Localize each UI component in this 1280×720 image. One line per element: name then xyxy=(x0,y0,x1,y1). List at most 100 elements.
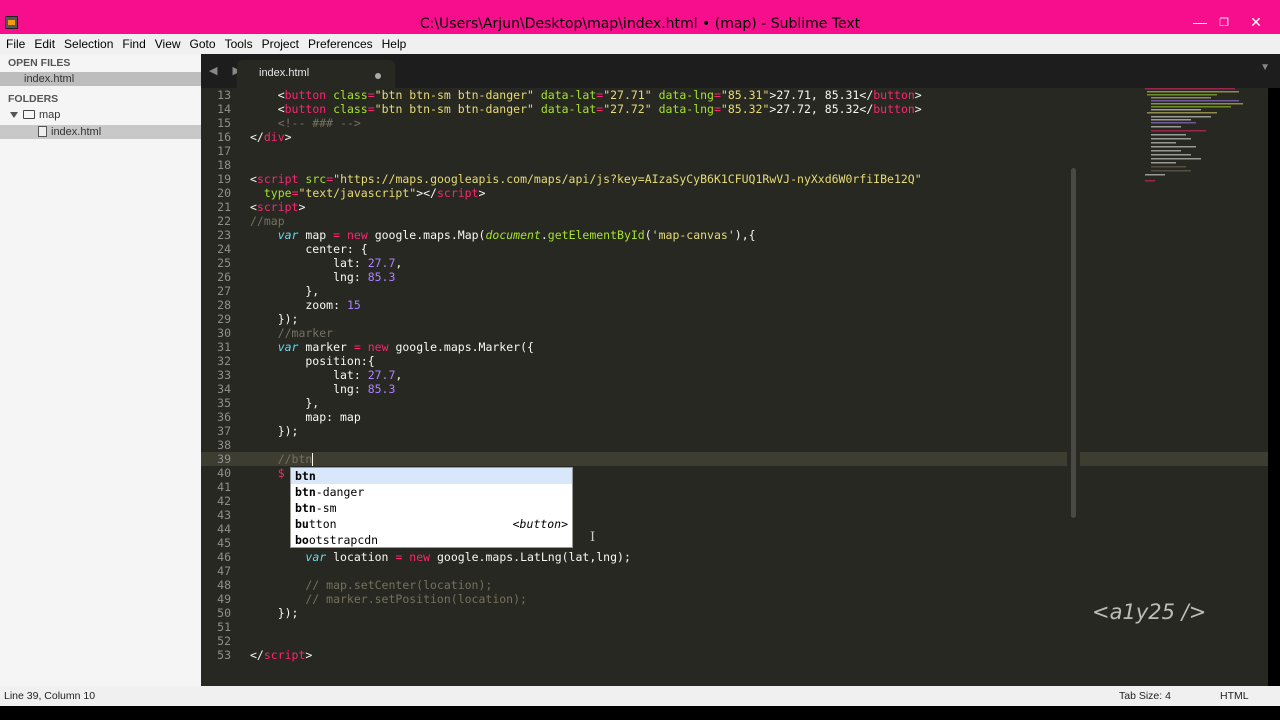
line-number[interactable]: 13 xyxy=(201,88,231,102)
menu-preferences[interactable]: Preferences xyxy=(304,37,377,51)
open-file-item[interactable]: index.html xyxy=(0,72,201,86)
vertical-scrollbar[interactable] xyxy=(1067,88,1080,686)
code-text[interactable]: <!-- ### --> xyxy=(250,116,361,130)
code-text[interactable]: var map = new google.maps.Map(document.g… xyxy=(250,228,756,242)
autocomplete-item-button[interactable]: button <button> xyxy=(291,516,572,532)
folder-item-map[interactable]: map xyxy=(0,108,201,122)
autocomplete-item-btn[interactable]: btn xyxy=(291,468,572,484)
close-button[interactable]: ✕ xyxy=(1244,14,1268,31)
line-number[interactable]: 30 xyxy=(201,326,231,340)
tab-size-selector[interactable]: Tab Size: 4 xyxy=(1119,690,1171,702)
line-number[interactable]: 17 xyxy=(201,144,231,158)
line-number[interactable]: 31 xyxy=(201,340,231,354)
menu-help[interactable]: Help xyxy=(378,37,411,51)
code-text[interactable]: }, xyxy=(250,396,319,410)
code-line[interactable]: 14 <button class="btn btn-sm btn-danger"… xyxy=(201,102,1268,116)
code-text[interactable]: }); xyxy=(250,606,299,620)
code-text[interactable]: <button class="btn btn-sm btn-danger" da… xyxy=(250,102,922,116)
code-line[interactable]: 52 xyxy=(201,634,1268,648)
line-number[interactable]: 51 xyxy=(201,620,231,634)
code-text[interactable]: </div> xyxy=(250,130,292,144)
code-line[interactable]: 28 zoom: 15 xyxy=(201,298,1268,312)
line-number[interactable]: 33 xyxy=(201,368,231,382)
line-number[interactable]: 40 xyxy=(201,466,231,480)
code-line[interactable]: 21 <script> xyxy=(201,200,1268,214)
menu-tools[interactable]: Tools xyxy=(221,37,257,51)
code-text[interactable]: }, xyxy=(250,284,319,298)
menu-view[interactable]: View xyxy=(151,37,185,51)
tab-dropdown-icon[interactable]: ▼ xyxy=(1260,62,1270,73)
code-line[interactable]: 18 xyxy=(201,158,1268,172)
code-text[interactable]: $ xyxy=(250,466,285,480)
code-line[interactable]: 15 <!-- ### --> xyxy=(201,116,1268,130)
line-number[interactable]: 29 xyxy=(201,312,231,326)
code-line[interactable]: 17 xyxy=(201,144,1268,158)
line-number[interactable]: 47 xyxy=(201,564,231,578)
line-number[interactable]: 44 xyxy=(201,522,231,536)
code-text[interactable]: position:{ xyxy=(250,354,374,368)
code-line[interactable]: 16 </div> xyxy=(201,130,1268,144)
line-number[interactable]: 19 xyxy=(201,172,231,186)
code-line[interactable]: 30 //marker xyxy=(201,326,1268,340)
menu-edit[interactable]: Edit xyxy=(30,37,59,51)
line-number[interactable]: 20 xyxy=(201,186,231,200)
code-text[interactable]: var location = new google.maps.LatLng(la… xyxy=(250,550,630,564)
line-number[interactable]: 52 xyxy=(201,634,231,648)
code-text[interactable]: //btn xyxy=(250,452,314,466)
unsaved-dot-icon[interactable] xyxy=(375,73,381,79)
line-number[interactable]: 38 xyxy=(201,438,231,452)
code-text[interactable]: lat: 27.7, xyxy=(250,368,402,382)
code-line[interactable]: 46 var location = new google.maps.LatLng… xyxy=(201,550,1268,564)
minimize-button[interactable]: — xyxy=(1188,14,1212,30)
line-number[interactable]: 36 xyxy=(201,410,231,424)
code-text[interactable]: }); xyxy=(250,424,299,438)
code-line[interactable]: 25 lat: 27.7, xyxy=(201,256,1268,270)
code-line[interactable]: 31 var marker = new google.maps.Marker({ xyxy=(201,340,1268,354)
minimap[interactable] xyxy=(1143,88,1253,188)
code-text[interactable]: lat: 27.7, xyxy=(250,256,402,270)
code-text[interactable]: map: map xyxy=(250,410,360,424)
code-line[interactable]: 20 type="text/javascript"></script> xyxy=(201,186,1268,200)
code-line[interactable]: 13 <button class="btn btn-sm btn-danger"… xyxy=(201,88,1268,102)
folder-file-item[interactable]: index.html xyxy=(0,125,201,139)
line-number[interactable]: 39 xyxy=(201,452,231,466)
maximize-button[interactable]: ❐ xyxy=(1212,16,1236,29)
code-line[interactable]: 36 map: map xyxy=(201,410,1268,424)
line-number[interactable]: 34 xyxy=(201,382,231,396)
code-line[interactable]: 39 //btn xyxy=(201,452,1268,466)
code-text[interactable]: zoom: 15 xyxy=(250,298,360,312)
code-line[interactable]: 29 }); xyxy=(201,312,1268,326)
code-line[interactable]: 19 <script src="https://maps.googleapis.c… xyxy=(201,172,1268,186)
line-number[interactable]: 49 xyxy=(201,592,231,606)
line-number[interactable]: 25 xyxy=(201,256,231,270)
syntax-selector[interactable]: HTML xyxy=(1220,690,1249,702)
code-line[interactable]: 47 xyxy=(201,564,1268,578)
line-number[interactable]: 15 xyxy=(201,116,231,130)
line-number[interactable]: 32 xyxy=(201,354,231,368)
code-text[interactable]: lng: 85.3 xyxy=(250,270,395,284)
line-number[interactable]: 48 xyxy=(201,578,231,592)
code-line[interactable]: 32 position:{ xyxy=(201,354,1268,368)
autocomplete-item-btn-danger[interactable]: btn-danger xyxy=(291,484,572,500)
code-text[interactable]: <script> xyxy=(250,200,305,214)
line-number[interactable]: 42 xyxy=(201,494,231,508)
line-number[interactable]: 45 xyxy=(201,536,231,550)
line-number[interactable]: 22 xyxy=(201,214,231,228)
tab-index-html[interactable]: index.html xyxy=(237,60,395,88)
code-line[interactable]: 22 //map xyxy=(201,214,1268,228)
code-text[interactable]: center: { xyxy=(250,242,367,256)
line-number[interactable]: 16 xyxy=(201,130,231,144)
code-text[interactable]: </script> xyxy=(250,648,312,662)
autocomplete-item-btn-sm[interactable]: btn-sm xyxy=(291,500,572,516)
code-text[interactable]: type="text/javascript"></script> xyxy=(250,186,486,200)
code-text[interactable]: // marker.setPosition(location); xyxy=(250,592,527,606)
line-number[interactable]: 24 xyxy=(201,242,231,256)
menu-file[interactable]: File xyxy=(2,37,29,51)
code-line[interactable]: 34 lng: 85.3 xyxy=(201,382,1268,396)
autocomplete-popup[interactable]: btn btn-danger btn-sm button <button> boo… xyxy=(290,467,573,548)
code-line[interactable]: 38 xyxy=(201,438,1268,452)
code-line[interactable]: 33 lat: 27.7, xyxy=(201,368,1268,382)
code-text[interactable]: }); xyxy=(250,312,299,326)
line-number[interactable]: 27 xyxy=(201,284,231,298)
code-text[interactable]: <button class="btn btn-sm btn-danger" da… xyxy=(250,88,922,102)
